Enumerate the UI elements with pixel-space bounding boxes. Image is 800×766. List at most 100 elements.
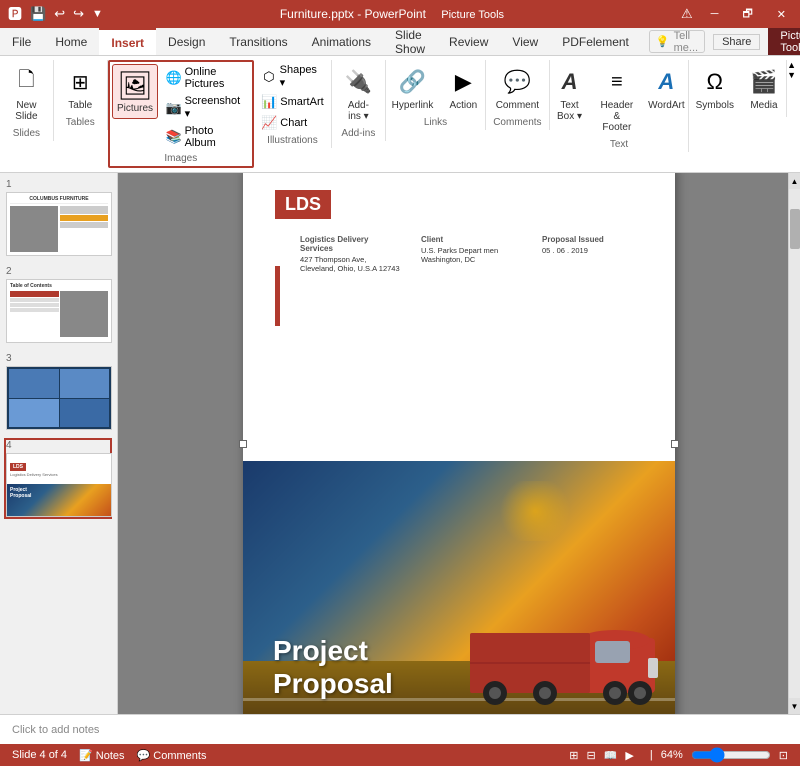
- app-body: 1 COLUMBUS FURNITURE 2: [0, 173, 800, 714]
- ribbon-scroll-down[interactable]: ▼: [787, 70, 796, 80]
- slide-img-4: LDS Logistics Delivery Services ProjectP…: [6, 453, 112, 517]
- header-footer-button[interactable]: ≡ Header& Footer: [593, 62, 641, 137]
- warning-icon: ⚠: [681, 6, 693, 22]
- action-button[interactable]: ▶ Action: [441, 62, 485, 115]
- action-icon: ▶: [447, 66, 479, 98]
- pictures-button[interactable]: 🖼 Pictures: [112, 64, 157, 119]
- comments-btn[interactable]: 💬 Comments: [137, 749, 207, 762]
- slides-buttons: 🗋 NewSlide: [4, 62, 48, 126]
- undo-icon[interactable]: ↩: [54, 6, 65, 22]
- media-button[interactable]: 🎬 Media: [742, 62, 786, 115]
- ribbon-scroll-up[interactable]: ▲: [787, 60, 796, 70]
- wordart-button[interactable]: A WordArt: [643, 62, 690, 137]
- truck-svg: [465, 593, 665, 713]
- zoom-fit-btn[interactable]: ⊡: [779, 749, 788, 762]
- wheel-1-inner: [489, 687, 501, 699]
- illustrations-col: ⬡ Shapes ▾ 📊 SmartArt 📈 Chart: [257, 62, 327, 133]
- save-icon[interactable]: 💾: [30, 6, 46, 22]
- media-icon: 🎬: [748, 66, 780, 98]
- redo-icon[interactable]: ↪: [73, 6, 84, 22]
- slide-num-4: 4: [6, 440, 110, 451]
- reading-view-btn[interactable]: 📖: [604, 749, 618, 762]
- tab-view[interactable]: View: [500, 28, 550, 55]
- group-illustrations: ⬡ Shapes ▾ 📊 SmartArt 📈 Chart Illustrati…: [254, 60, 332, 148]
- proposal-text-block: ProjectProposal: [273, 634, 393, 701]
- shapes-button[interactable]: ⬡ Shapes ▾: [257, 62, 327, 91]
- table-button[interactable]: ⊞ Table: [58, 62, 102, 115]
- context-tab-label: Picture Tools: [768, 28, 800, 55]
- tab-home[interactable]: Home: [43, 28, 99, 55]
- screenshot-button[interactable]: 📷 Screenshot ▾: [162, 93, 250, 122]
- group-links-label: Links: [424, 117, 447, 128]
- vertical-scrollbar[interactable]: ▲ ▼: [788, 173, 800, 714]
- share-area: Share: [713, 28, 760, 55]
- hyperlink-icon: 🔗: [397, 66, 429, 98]
- tab-slideshow[interactable]: Slide Show: [383, 28, 437, 55]
- scroll-down-btn[interactable]: ▼: [789, 698, 800, 714]
- scroll-up-btn[interactable]: ▲: [789, 173, 800, 189]
- tab-review[interactable]: Review: [437, 28, 500, 55]
- tab-animations[interactable]: Animations: [300, 28, 383, 55]
- symbols-button[interactable]: Ω Symbols: [690, 62, 740, 115]
- online-pictures-button[interactable]: 🌐 Online Pictures: [162, 64, 250, 92]
- slide-num-1: 1: [6, 179, 110, 190]
- close-btn[interactable]: ✕: [771, 6, 792, 23]
- tell-me-box[interactable]: 💡 Tell me...: [649, 30, 705, 53]
- handle-middle-left[interactable]: [239, 440, 247, 448]
- tab-insert[interactable]: Insert: [99, 28, 156, 55]
- share-btn[interactable]: Share: [713, 34, 760, 50]
- zoom-slider[interactable]: [691, 747, 771, 763]
- comment-label: Comment: [496, 100, 539, 111]
- tab-design[interactable]: Design: [156, 28, 217, 55]
- canvas-area[interactable]: ↻ LDS Logistics Delivery Services 427 Th…: [118, 173, 800, 714]
- lightbulb-icon: 💡: [656, 35, 670, 48]
- slide-thumb-3[interactable]: 3: [4, 351, 112, 432]
- notes-area[interactable]: Click to add notes: [0, 714, 800, 744]
- images-sub-buttons: 🌐 Online Pictures 📷 Screenshot ▾ 📚 Photo…: [162, 64, 250, 151]
- slide-panel[interactable]: 1 COLUMBUS FURNITURE 2: [0, 173, 118, 714]
- textbox-button[interactable]: A TextBox ▾: [548, 62, 590, 137]
- tab-transitions[interactable]: Transitions: [217, 28, 299, 55]
- tab-file[interactable]: File: [0, 28, 43, 55]
- slide-sorter-btn[interactable]: ⊟: [587, 749, 596, 762]
- slide-canvas[interactable]: ↻ LDS Logistics Delivery Services 427 Th…: [243, 173, 675, 714]
- slide-bottom-image[interactable]: ProjectProposal: [243, 461, 675, 714]
- hyperlink-label: Hyperlink: [392, 100, 434, 111]
- addins-buttons: 🔌 Add-ins ▾: [336, 62, 380, 126]
- screenshot-label: Screenshot ▾: [185, 95, 246, 120]
- slideshow-btn[interactable]: ▶: [625, 749, 633, 762]
- screenshot-icon: 📷: [166, 100, 182, 116]
- zoom-separator: |: [650, 749, 653, 761]
- textbox-icon: A: [554, 66, 586, 98]
- customize-icon[interactable]: ▼: [92, 8, 103, 20]
- addins-button[interactable]: 🔌 Add-ins ▾: [336, 62, 380, 126]
- chart-button[interactable]: 📈 Chart: [257, 113, 327, 133]
- smartart-label: SmartArt: [280, 96, 323, 108]
- addins-label: Add-ins ▾: [348, 100, 369, 122]
- comment-button[interactable]: 💬 Comment: [490, 62, 545, 115]
- new-slide-button[interactable]: 🗋 NewSlide: [4, 62, 48, 126]
- ribbon-tabs: File Home Insert Design Transitions Anim…: [0, 28, 800, 56]
- notes-placeholder: Click to add notes: [12, 724, 99, 736]
- tab-pdfelement[interactable]: PDFelement: [550, 28, 641, 55]
- red-accent-bar: [275, 266, 280, 326]
- minimize-btn[interactable]: ─: [705, 6, 725, 22]
- normal-view-btn[interactable]: ⊞: [569, 749, 578, 762]
- slide-thumb-2[interactable]: 2 Table of Contents: [4, 264, 112, 345]
- notes-btn[interactable]: 📝 Notes: [79, 749, 125, 762]
- wordart-label: WordArt: [648, 100, 685, 111]
- photo-album-button[interactable]: 📚 Photo Album: [162, 123, 250, 151]
- lds-logo: LDS: [275, 190, 331, 219]
- symbols-buttons: Ω Symbols 🎬 Media: [690, 62, 786, 115]
- handle-middle-right[interactable]: [671, 440, 679, 448]
- hyperlink-button[interactable]: 🔗 Hyperlink: [386, 62, 440, 115]
- restore-btn[interactable]: 🗗: [736, 3, 758, 26]
- smartart-button[interactable]: 📊 SmartArt: [257, 92, 327, 112]
- ribbon: File Home Insert Design Transitions Anim…: [0, 28, 800, 173]
- smartart-icon: 📊: [261, 94, 277, 110]
- scroll-track[interactable]: [789, 189, 800, 698]
- slide-thumb-1[interactable]: 1 COLUMBUS FURNITURE: [4, 177, 112, 258]
- slide-thumb-4[interactable]: 4 LDS Logistics Delivery Services Projec…: [4, 438, 112, 519]
- scroll-thumb[interactable]: [790, 209, 800, 249]
- table-icon: ⊞: [64, 66, 96, 98]
